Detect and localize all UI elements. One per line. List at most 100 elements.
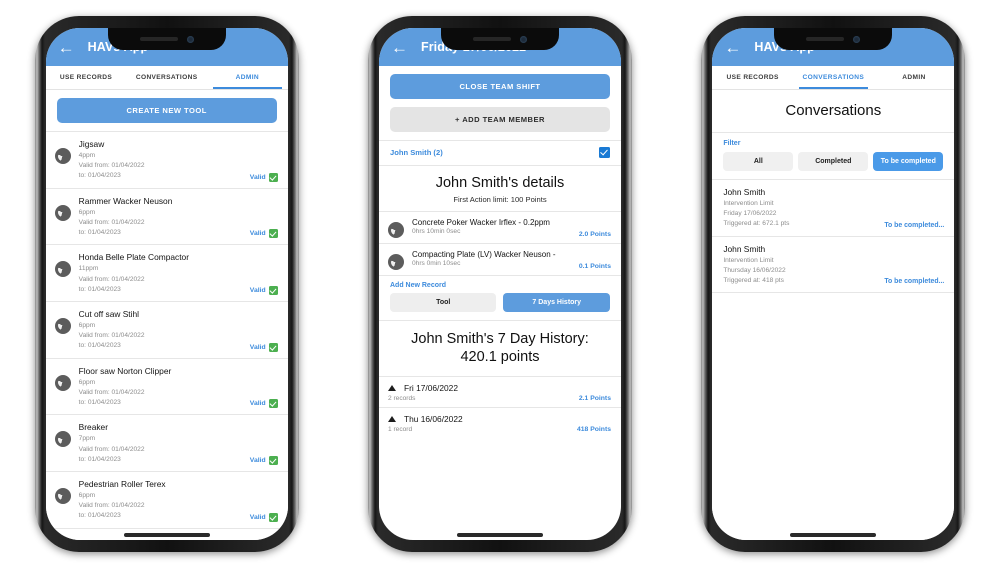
tool-ppm: 7ppm: [78, 435, 96, 443]
tool-valid-to: to: 01/04/2023: [78, 512, 121, 520]
tool-name: Breaker: [78, 422, 108, 433]
notch: [774, 28, 893, 50]
history-title-line2: 420.1 points: [460, 349, 540, 366]
add-new-record-link[interactable]: Add New Record: [378, 275, 621, 293]
tool-valid-from: Valid from: 01/04/2022: [78, 502, 145, 510]
status-badge-label: Valid: [249, 286, 266, 294]
tool-list: Jigsaw 4ppm Valid from: 01/04/2022 to: 0…: [45, 132, 288, 529]
team-member-row[interactable]: John Smith (2): [378, 141, 621, 166]
tool-valid-from: Valid from: 01/04/2022: [78, 218, 145, 226]
conversation-item[interactable]: John Smith Intervention Limit Friday 17/…: [712, 180, 955, 237]
filter-all[interactable]: All: [723, 152, 794, 171]
status-badge-label: Valid: [249, 343, 266, 351]
use-record-name: Concrete Poker Wacker Irflex - 0.2ppm: [411, 218, 550, 227]
close-team-shift-button[interactable]: CLOSE TEAM SHIFT: [389, 74, 610, 99]
tool-list-item[interactable]: Honda Belle Plate Compactor 11ppm Valid …: [45, 245, 288, 302]
phone-shift: ← Friday 17/06/2022 CLOSE TEAM SHIFT + A…: [367, 16, 632, 552]
tool-list-item[interactable]: Floor saw Norton Clipper 6ppm Valid from…: [45, 359, 288, 416]
segment-tool[interactable]: Tool: [389, 293, 497, 312]
phone-admin: ← HAVs App USE RECORDS CONVERSATIONS ADM…: [34, 16, 299, 552]
tab-admin[interactable]: ADMIN: [874, 66, 955, 89]
back-arrow-icon[interactable]: ←: [391, 39, 413, 56]
member-details-title: John Smith's details: [435, 175, 565, 191]
tab-conversations[interactable]: CONVERSATIONS: [793, 66, 874, 89]
conversation-date: Thursday 16/06/2022: [723, 266, 786, 274]
conversation-person: John Smith: [723, 187, 766, 197]
tool-valid-to: to: 01/04/2023: [78, 285, 121, 293]
check-mark-icon: [268, 399, 278, 409]
segment-7-days-history[interactable]: 7 Days History: [503, 293, 610, 312]
home-indicator: [790, 533, 877, 537]
tool-icon: [54, 487, 71, 504]
use-record-item[interactable]: Compacting Plate (LV) Wacker Neuson - 0h…: [378, 243, 621, 275]
tool-valid-to: to: 01/04/2023: [78, 342, 121, 350]
front-camera-icon: [853, 35, 861, 43]
history-title-line1: John Smith's 7 Day History:: [411, 331, 589, 347]
add-member-area: + ADD TEAM MEMBER: [378, 103, 621, 141]
tab-bar-conversations: USE RECORDS CONVERSATIONS ADMIN: [712, 66, 955, 90]
use-record-name: Compacting Plate (LV) Wacker Neuson -: [411, 250, 556, 259]
tool-valid-to: to: 01/04/2023: [78, 229, 121, 237]
tool-valid-from: Valid from: 01/04/2022: [78, 275, 145, 283]
tool-icon: [54, 317, 71, 334]
tool-ppm: 6ppm: [78, 491, 96, 499]
tab-admin[interactable]: ADMIN: [207, 66, 288, 89]
tool-valid-to: to: 01/04/2023: [78, 455, 121, 463]
filter-completed[interactable]: Completed: [798, 152, 869, 171]
tab-bar-admin: USE RECORDS CONVERSATIONS ADMIN: [45, 66, 288, 90]
tool-list-item[interactable]: Jigsaw 4ppm Valid from: 01/04/2022 to: 0…: [45, 132, 288, 189]
team-member-checkbox[interactable]: [598, 147, 610, 158]
tool-ppm: 6ppm: [78, 321, 96, 329]
tool-history-segmented-control: Tool 7 Days History: [379, 293, 621, 320]
status-badge: Valid: [250, 172, 278, 182]
tool-list-item[interactable]: Pedestrian Roller Terex 6ppm Valid from:…: [45, 472, 288, 529]
tool-list-item[interactable]: Rammer Wacker Neuson 6ppm Valid from: 01…: [45, 189, 288, 246]
conversation-date: Friday 17/06/2022: [723, 210, 777, 218]
member-details-header: John Smith's details First Action limit:…: [379, 166, 621, 211]
history-header: John Smith's 7 Day History: 420.1 points: [378, 320, 621, 376]
tool-valid-from: Valid from: 01/04/2022: [78, 388, 145, 396]
tool-list-item[interactable]: Breaker 7ppm Valid from: 01/04/2022 to: …: [45, 415, 288, 472]
earpiece-speaker-icon: [472, 37, 511, 41]
front-camera-icon: [519, 35, 527, 43]
home-indicator: [456, 533, 543, 537]
tool-name: Cut off saw Stihl: [78, 308, 140, 319]
history-row[interactable]: Fri 17/06/2022 2 records 2.1 Points: [378, 376, 621, 407]
filter-label: Filter: [723, 140, 741, 147]
tool-icon: [54, 374, 71, 391]
tool-name: Floor saw Norton Clipper: [78, 365, 172, 376]
add-team-member-button[interactable]: + ADD TEAM MEMBER: [389, 107, 610, 132]
status-badge: Valid: [249, 342, 278, 352]
tab-use-records[interactable]: USE RECORDS: [46, 66, 127, 89]
status-badge-label: Valid: [249, 400, 266, 408]
home-indicator: [123, 533, 210, 537]
tab-conversations[interactable]: CONVERSATIONS: [126, 66, 207, 89]
back-arrow-icon[interactable]: ←: [724, 39, 746, 56]
shift-body: CLOSE TEAM SHIFT + ADD TEAM MEMBER John …: [378, 66, 621, 540]
conversation-item[interactable]: John Smith Intervention Limit Thursday 1…: [712, 237, 955, 294]
check-mark-icon: [268, 229, 278, 239]
use-record-points: 0.1 Points: [578, 263, 611, 270]
create-new-tool-button[interactable]: CREATE NEW TOOL: [56, 98, 277, 123]
phone-admin-screen: ← HAVs App USE RECORDS CONVERSATIONS ADM…: [45, 28, 288, 540]
status-badge-label: Valid: [249, 513, 266, 521]
create-tool-area: CREATE NEW TOOL: [45, 90, 288, 132]
conversation-list: John Smith Intervention Limit Friday 17/…: [712, 180, 955, 294]
tab-use-records[interactable]: USE RECORDS: [712, 66, 793, 89]
tool-icon: [54, 148, 71, 164]
check-mark-icon: [268, 455, 278, 465]
check-mark-icon: [268, 285, 278, 295]
status-badge-label: Valid: [249, 230, 266, 238]
notch: [107, 28, 226, 50]
filter-to-be-completed[interactable]: To be completed: [873, 152, 944, 171]
tool-valid-from: Valid from: 01/04/2022: [78, 332, 145, 340]
tool-list-item[interactable]: Cut off saw Stihl 6ppm Valid from: 01/04…: [45, 302, 288, 359]
back-arrow-icon[interactable]: ←: [58, 39, 80, 56]
conversation-status[interactable]: To be completed...: [884, 278, 944, 285]
history-row[interactable]: Thu 16/06/2022 1 record 418 Points: [378, 407, 621, 438]
history-points: 418 Points: [576, 426, 611, 434]
tool-ppm: 4ppm: [78, 152, 96, 159]
use-record-item[interactable]: Concrete Poker Wacker Irflex - 0.2ppm 0h…: [378, 211, 621, 243]
conversation-status[interactable]: To be completed...: [884, 222, 944, 229]
status-badge: Valid: [249, 229, 278, 239]
